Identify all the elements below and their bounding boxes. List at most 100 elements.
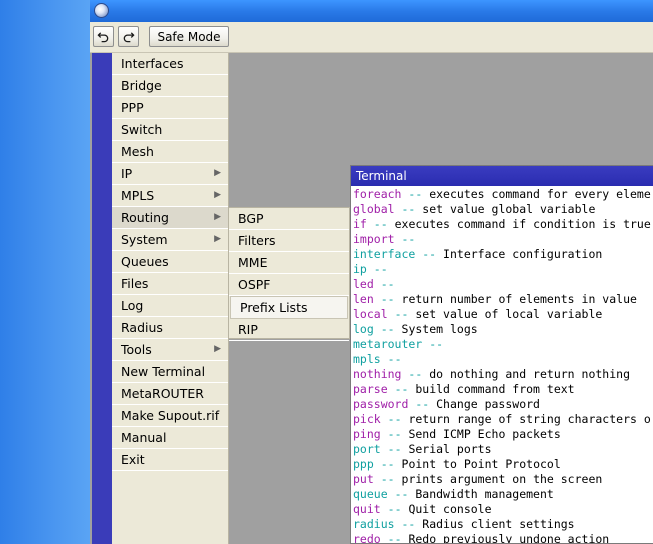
terminal-line: redo -- Redo previously undone action (353, 532, 653, 544)
terminal-line: pick -- return range of string character… (353, 412, 653, 427)
terminal-separator: -- (387, 427, 402, 441)
menu-item-radius[interactable]: Radius (112, 317, 228, 339)
redo-icon (123, 32, 135, 43)
terminal-description: Quit console (408, 502, 492, 516)
terminal-separator: -- (373, 262, 388, 276)
terminal-line: password -- Change password (353, 397, 653, 412)
terminal-window[interactable]: Terminal foreach -- executes command for… (350, 165, 653, 544)
menu-item-metarouter[interactable]: MetaROUTER (112, 383, 228, 405)
terminal-line: len -- return number of elements in valu… (353, 292, 653, 307)
terminal-separator: -- (373, 217, 388, 231)
terminal-line: local -- set value of local variable (353, 307, 653, 322)
menu-item-ip[interactable]: IP ▶ (112, 163, 228, 185)
terminal-command: if (353, 217, 367, 231)
submenu-arrow-icon: ▶ (214, 168, 221, 178)
menu-item-label: Make Supout.rif (121, 408, 220, 423)
terminal-command: queue (353, 487, 388, 501)
submenu-arrow-icon: ▶ (214, 212, 221, 222)
terminal-description: Interface configuration (443, 247, 603, 261)
submenu-item-filters[interactable]: Filters (229, 230, 349, 252)
menu-item-manual[interactable]: Manual (112, 427, 228, 449)
menu-item-ppp[interactable]: PPP (112, 97, 228, 119)
terminal-description: do nothing and return nothing (429, 367, 630, 381)
submenu-arrow-icon: ▶ (214, 190, 221, 200)
terminal-line: ppp -- Point to Point Protocol (353, 457, 653, 472)
menu-item-tools[interactable]: Tools ▶ (112, 339, 228, 361)
terminal-separator: -- (408, 367, 423, 381)
terminal-description: Change password (436, 397, 540, 411)
terminal-command: local (353, 307, 388, 321)
terminal-line: nothing -- do nothing and return nothing (353, 367, 653, 382)
terminal-description: build command from text (415, 382, 575, 396)
terminal-line: led -- (353, 277, 653, 292)
app-icon (94, 3, 109, 18)
menu-item-system[interactable]: System ▶ (112, 229, 228, 251)
menu-item-label: Radius (121, 320, 163, 335)
menu-item-files[interactable]: Files (112, 273, 228, 295)
submenu-arrow-icon: ▶ (214, 234, 221, 244)
terminal-separator: -- (387, 532, 402, 544)
terminal-separator: -- (387, 412, 402, 426)
terminal-separator: -- (394, 382, 409, 396)
terminal-description: System logs (401, 322, 478, 336)
submenu-item-rip[interactable]: RIP (229, 319, 349, 341)
menu-item-new-terminal[interactable]: New Terminal (112, 361, 228, 383)
terminal-output[interactable]: foreach -- executes command for every el… (351, 186, 653, 544)
menu-item-label: Bridge (121, 78, 162, 93)
terminal-line: ip -- (353, 262, 653, 277)
terminal-description: Point to Point Protocol (401, 457, 561, 471)
menu-item-label: Switch (121, 122, 163, 137)
terminal-title[interactable]: Terminal (351, 166, 653, 186)
terminal-description: Send ICMP Echo packets (408, 427, 561, 441)
menu-item-mesh[interactable]: Mesh (112, 141, 228, 163)
winbox-window: Safe Mode Interfaces Bridge PPP Switch Mesh I… (90, 0, 653, 544)
toolbar: Safe Mode (90, 22, 653, 53)
terminal-description: Redo previously undone action (408, 532, 610, 544)
terminal-separator: -- (429, 337, 444, 351)
redo-button[interactable] (118, 26, 139, 47)
menu-item-bridge[interactable]: Bridge (112, 75, 228, 97)
terminal-description: return number of elements in value (401, 292, 637, 306)
terminal-separator: -- (380, 292, 395, 306)
terminal-command: len (353, 292, 374, 306)
terminal-description: prints argument on the screen (401, 472, 603, 486)
menu-item-mpls[interactable]: MPLS ▶ (112, 185, 228, 207)
terminal-command: foreach (353, 187, 402, 201)
menu-item-label: Log (121, 298, 144, 313)
terminal-separator: -- (387, 352, 402, 366)
terminal-command: ping (353, 427, 381, 441)
terminal-command: metarouter (353, 337, 423, 351)
menu-item-label: System (121, 232, 168, 247)
terminal-command: redo (353, 532, 381, 544)
submenu-item-mme[interactable]: MME (229, 252, 349, 274)
terminal-description: Radius client settings (422, 517, 575, 531)
terminal-line: mpls -- (353, 352, 653, 367)
menu-item-interfaces[interactable]: Interfaces (112, 53, 228, 75)
menu-item-exit[interactable]: Exit (112, 449, 228, 471)
submenu-item-prefix-lists[interactable]: Prefix Lists (230, 296, 348, 319)
terminal-line: global -- set value global variable (353, 202, 653, 217)
terminal-command: log (353, 322, 374, 336)
title-bar[interactable] (90, 0, 653, 22)
terminal-command: put (353, 472, 374, 486)
terminal-separator: -- (380, 457, 395, 471)
terminal-line: interface -- Interface configuration (353, 247, 653, 262)
menu-item-log[interactable]: Log (112, 295, 228, 317)
terminal-separator: -- (401, 202, 416, 216)
submenu-item-bgp[interactable]: BGP (229, 208, 349, 230)
menu-item-make-supout-rif[interactable]: Make Supout.rif (112, 405, 228, 427)
terminal-line: port -- Serial ports (353, 442, 653, 457)
menu-item-routing[interactable]: Routing ▶ (112, 207, 228, 229)
safe-mode-button[interactable]: Safe Mode (149, 26, 229, 47)
undo-button[interactable] (93, 26, 114, 47)
submenu-item-ospf[interactable]: OSPF (229, 274, 349, 296)
menu-item-label: Queues (121, 254, 169, 269)
terminal-separator: -- (387, 502, 402, 516)
menu-item-queues[interactable]: Queues (112, 251, 228, 273)
menu-item-label: IP (121, 166, 133, 181)
terminal-separator: -- (394, 307, 409, 321)
menu-item-switch[interactable]: Switch (112, 119, 228, 141)
menu-item-label: Routing (121, 210, 169, 225)
menu-item-label: Manual (121, 430, 167, 445)
terminal-separator: -- (401, 517, 416, 531)
